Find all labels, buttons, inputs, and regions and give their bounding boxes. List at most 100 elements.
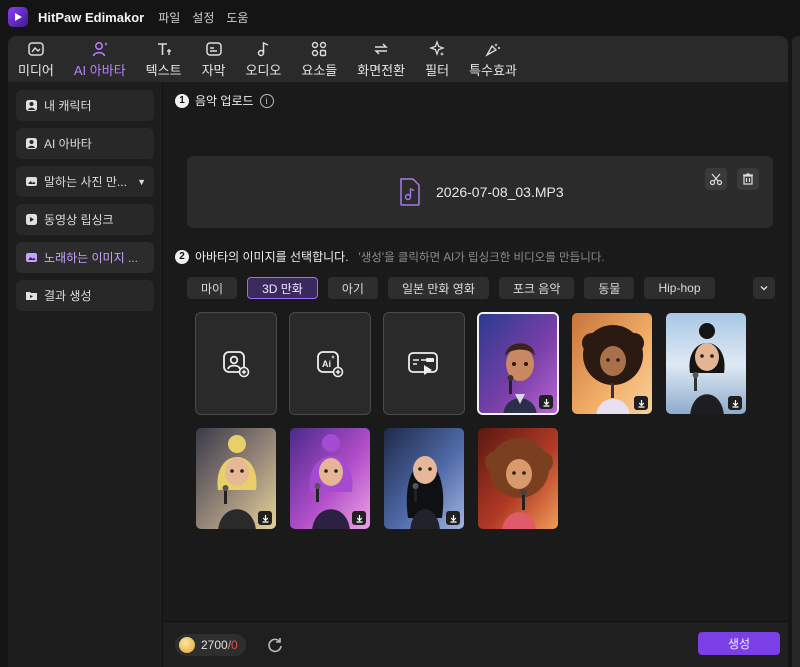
tab-label: 텍스트	[145, 62, 182, 78]
sidebar: 내 캐릭터 AI 아바타 말하는 사진 만... ▼ 동영상 립싱크 노래하는 …	[8, 82, 162, 667]
tab-elements[interactable]: 요소들	[291, 36, 347, 82]
coin-icon	[179, 637, 195, 653]
tab-text[interactable]: 텍스트	[136, 36, 192, 82]
tab-label: 화면전환	[357, 62, 406, 78]
video-import-card[interactable]	[383, 312, 465, 415]
cut-button[interactable]	[705, 168, 727, 190]
chevron-down-icon[interactable]: ▼	[137, 177, 146, 187]
sidebar-item-label: 말하는 사진 만...	[44, 175, 127, 189]
sidebar-item-talking-photo[interactable]: 말하는 사진 만... ▼	[16, 166, 154, 197]
tab-transition[interactable]: 화면전환	[347, 36, 415, 82]
scissors-icon	[709, 173, 723, 186]
sidebar-item-result[interactable]: 결과 생성	[16, 280, 154, 311]
tab-label: 특수효과	[469, 62, 517, 78]
step-hint: '생성'을 클릭하면 AI가 립싱크한 비디오를 만듭니다.	[358, 251, 605, 264]
sidebar-item-video-lipsync[interactable]: 동영상 립싱크	[16, 204, 154, 235]
tab-effects[interactable]: 특수효과	[459, 36, 527, 82]
chevron-down-icon	[760, 286, 768, 291]
result-icon	[24, 289, 38, 303]
avatar-card-3[interactable]	[665, 312, 747, 415]
sidebar-item-label: AI 아바타	[44, 137, 92, 151]
trash-icon	[743, 173, 753, 185]
ai-generate-icon: Ai	[317, 350, 344, 377]
tab-label: 오디오	[245, 62, 282, 78]
filter-hiphop[interactable]: Hip-hop	[644, 277, 715, 299]
tab-bar: 미디어 AI 아바타 텍스트 자막 오디오 요소들 화면전환 필터 특수효과	[8, 36, 788, 82]
download-icon[interactable]	[539, 395, 553, 409]
music-file-icon	[400, 178, 420, 206]
video-import-icon	[408, 351, 438, 375]
download-icon[interactable]	[446, 511, 460, 525]
subtitle-icon	[205, 40, 223, 58]
category-filters: 마이 3D 만화 아기 일본 만화 영화 포크 음악 동물 Hip-hop	[187, 277, 725, 299]
upload-portrait-icon	[223, 350, 250, 377]
svg-text:Ai: Ai	[322, 359, 331, 369]
delete-button[interactable]	[737, 168, 759, 190]
generate-button[interactable]: 생성	[698, 632, 780, 655]
tab-filter[interactable]: 필터	[415, 36, 459, 82]
music-upload-box[interactable]: 2026-07-08_03.MP3	[187, 156, 773, 228]
tab-subtitle[interactable]: 자막	[192, 36, 236, 82]
filter-3d-cartoon[interactable]: 3D 만화	[247, 277, 318, 299]
app-logo-icon	[8, 7, 28, 27]
ai-generate-card[interactable]: Ai	[289, 312, 371, 415]
ai-avatar-icon	[91, 40, 109, 58]
filter-baby[interactable]: 아기	[327, 277, 378, 299]
audio-icon	[254, 40, 272, 58]
app-name: HitPaw Edimakor	[38, 9, 145, 25]
upload-portrait-card[interactable]	[195, 312, 277, 415]
sidebar-item-my-character[interactable]: 내 캐릭터	[16, 90, 154, 121]
tab-label: 자막	[201, 62, 226, 78]
step-title: 아바타의 이미지를 선택합니다.	[195, 250, 349, 264]
download-icon[interactable]	[728, 396, 742, 410]
sidebar-item-singing-image[interactable]: 노래하는 이미지 ...	[16, 242, 154, 273]
credits-used: 0	[231, 638, 238, 652]
download-icon[interactable]	[352, 511, 366, 525]
effects-icon	[484, 40, 502, 58]
sidebar-item-ai-avatar[interactable]: AI 아바타	[16, 128, 154, 159]
text-icon	[155, 40, 173, 58]
avatar-card-6[interactable]	[383, 427, 465, 530]
uploaded-file-name: 2026-07-08_03.MP3	[436, 184, 564, 200]
tab-media[interactable]: 미디어	[8, 36, 64, 82]
download-icon[interactable]	[634, 396, 648, 410]
avatar-curly-girl-red-image	[478, 428, 558, 529]
photo-icon	[24, 175, 38, 189]
info-icon[interactable]: i	[259, 93, 274, 108]
filter-folk-music[interactable]: 포크 음악	[498, 277, 575, 299]
tab-label: AI 아바타	[73, 62, 126, 78]
singing-image-icon	[24, 251, 38, 265]
menu-help[interactable]: 도움	[226, 9, 248, 26]
avatar-card-7[interactable]	[477, 427, 559, 530]
tab-ai-avatar[interactable]: AI 아바타	[64, 36, 136, 82]
step-title: 음악 업로드	[195, 94, 254, 108]
avatar-card-5[interactable]	[289, 427, 371, 530]
filter-anime[interactable]: 일본 만화 영화	[387, 277, 489, 299]
content-area: 1 음악 업로드 i 2026-07-08_03.MP3 2 아바타의 이미지를…	[162, 82, 788, 667]
sidebar-item-label: 노래하는 이미지 ...	[44, 251, 138, 265]
refresh-icon[interactable]	[266, 636, 284, 654]
avatar-card-1[interactable]	[477, 312, 559, 415]
tab-audio[interactable]: 오디오	[235, 36, 291, 82]
more-filters-button[interactable]	[753, 277, 775, 299]
avatar-card-4[interactable]	[195, 427, 277, 530]
main-panel: 미디어 AI 아바타 텍스트 자막 오디오 요소들 화면전환 필터 특수효과 내…	[8, 36, 788, 667]
step1-header: 1 음악 업로드 i	[175, 92, 274, 109]
menu-settings[interactable]: 설정	[192, 9, 214, 26]
right-panel-edge	[792, 36, 800, 667]
credits-balance: 2700	[201, 638, 228, 652]
download-icon[interactable]	[258, 511, 272, 525]
avatar-card-2[interactable]	[571, 312, 653, 415]
credits-badge: 2700 / 0	[175, 634, 246, 656]
video-icon	[24, 213, 38, 227]
title-bar: HitPaw Edimakor 파일 설정 도움	[0, 0, 800, 34]
footer-bar: 2700 / 0 생성	[163, 621, 788, 667]
step-number: 1	[175, 93, 189, 108]
menu-file[interactable]: 파일	[158, 9, 180, 26]
filter-animal[interactable]: 동물	[584, 277, 635, 299]
transition-icon	[372, 40, 390, 58]
character-icon	[24, 99, 38, 113]
step2-header: 2 아바타의 이미지를 선택합니다. '생성'을 클릭하면 AI가 립싱크한 비…	[175, 248, 605, 265]
sidebar-item-label: 결과 생성	[44, 289, 92, 303]
filter-my[interactable]: 마이	[187, 277, 238, 299]
